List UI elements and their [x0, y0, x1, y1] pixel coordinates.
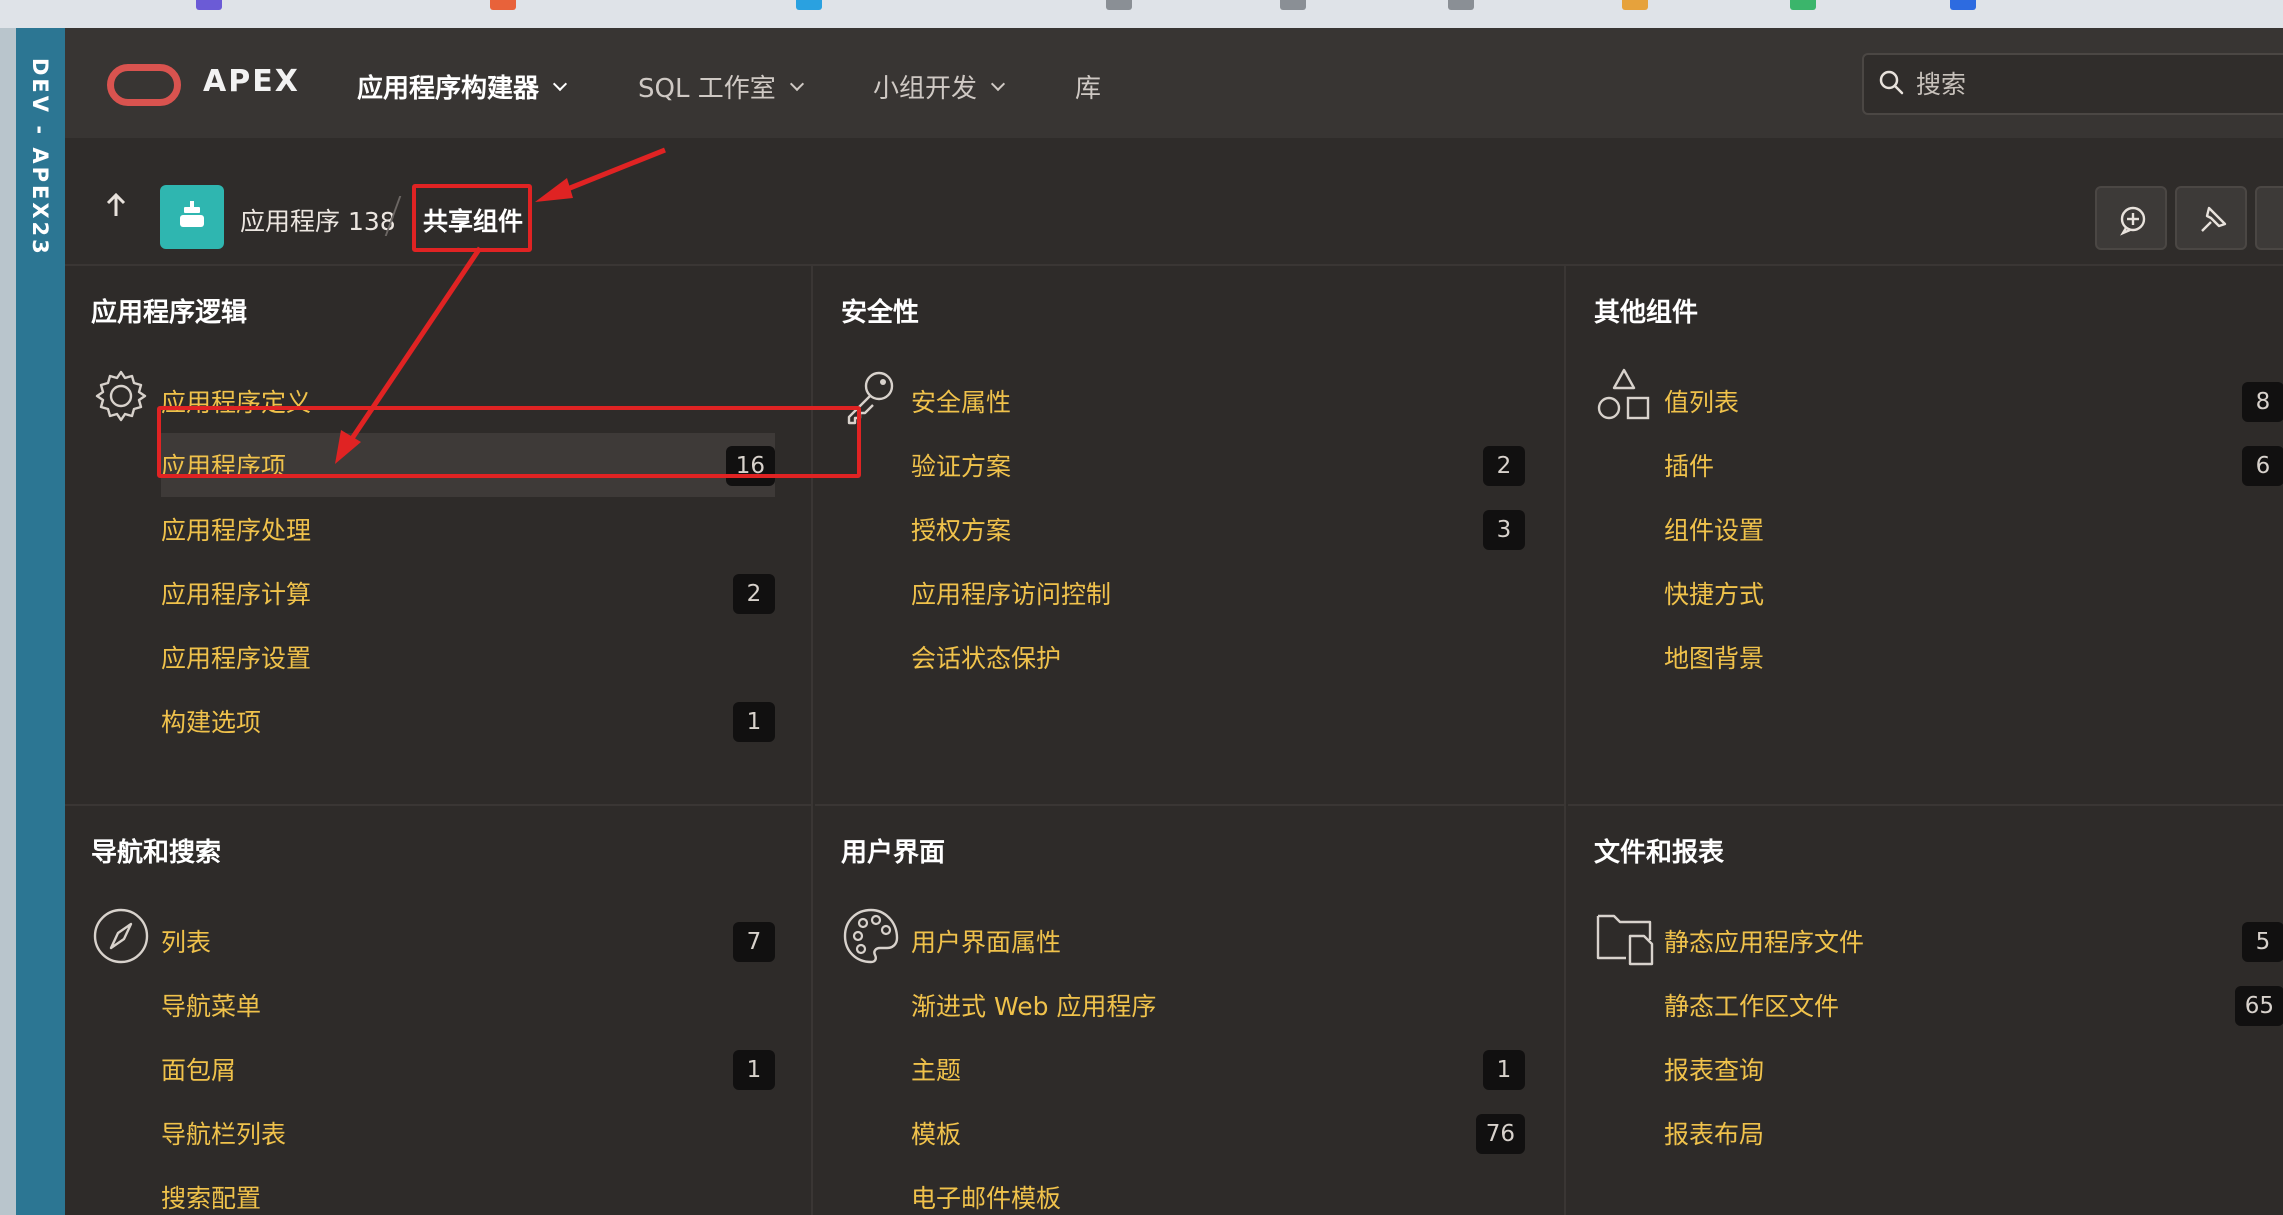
apex-app-builder: APEX 应用程序构建器 SQL 工作室 小组开发 库 搜索 应用程序 138 …	[65, 28, 2283, 1215]
annotation-arrows	[335, 147, 666, 464]
bookmark-icon[interactable]	[1448, 0, 1474, 10]
bookmark-icon[interactable]	[196, 0, 222, 10]
environment-label: DEV - APEX23	[28, 58, 52, 257]
bookmark-icon[interactable]	[1622, 0, 1648, 10]
annotation-arrow-item	[344, 246, 483, 448]
browser-bookmark-strip	[0, 0, 2283, 28]
bookmark-icon[interactable]	[1950, 0, 1976, 10]
annotation-arrowhead	[535, 178, 573, 202]
environment-banner: DEV - APEX23	[16, 28, 65, 1215]
bookmark-icon[interactable]	[1790, 0, 1816, 10]
bookmark-icon[interactable]	[490, 0, 516, 10]
bookmark-icon[interactable]	[1280, 0, 1306, 10]
bookmark-icon[interactable]	[1106, 0, 1132, 10]
bookmark-icon[interactable]	[796, 0, 822, 10]
